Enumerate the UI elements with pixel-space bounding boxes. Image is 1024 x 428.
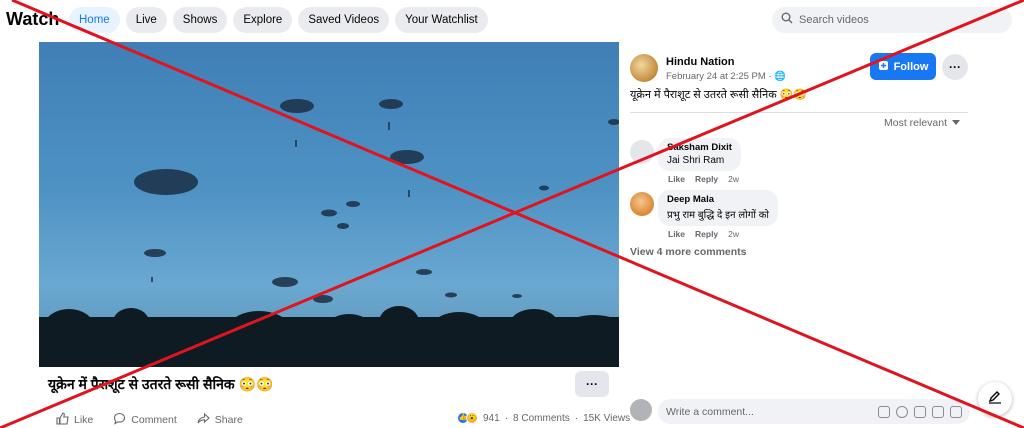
avatar[interactable] — [630, 140, 654, 164]
share-label: Share — [214, 414, 243, 426]
comment-icon — [113, 412, 126, 428]
comment-reply-button[interactable]: Reply — [695, 174, 718, 184]
share-icon — [197, 412, 210, 428]
comment-composer — [630, 399, 970, 425]
follow-button[interactable]: Follow — [870, 53, 936, 80]
caret-down-icon — [952, 117, 961, 129]
user-avatar — [630, 399, 652, 421]
post-date: February 24 at 2:25 PM · 🌐 — [666, 71, 787, 82]
sort-label: Most relevant — [884, 117, 948, 129]
post-caption: यूक्रेन में पैराशूट से उतरते रूसी सैनिक … — [630, 89, 808, 101]
like-label: Like — [74, 414, 94, 426]
comment-button[interactable]: Comment — [113, 412, 177, 428]
video-more-button[interactable]: ··· — [575, 371, 609, 397]
top-bar: Watch Home Live Shows Explore Saved Vide… — [0, 0, 1024, 41]
divider — [630, 112, 968, 113]
comment-time[interactable]: 2w — [728, 229, 739, 239]
follow-label: Follow — [893, 60, 929, 73]
add-page-icon — [878, 60, 889, 74]
video-title: यूक्रेन में पैराशूट से उतरते रूसी सैनिक … — [48, 376, 274, 392]
reaction-count[interactable]: 941 — [483, 413, 500, 424]
search-input[interactable] — [799, 14, 999, 26]
tab-shows[interactable]: Shows — [172, 7, 228, 33]
comment-text: Jai Shri Ram — [667, 155, 725, 166]
search-icon — [781, 11, 793, 29]
avatar[interactable] — [630, 192, 654, 216]
emoji-icon[interactable] — [896, 405, 908, 418]
comment-bubble: Saksham Dixit Jai Shri Ram — [658, 138, 741, 171]
camera-icon[interactable] — [914, 405, 926, 418]
composer-tools — [878, 405, 962, 418]
avatar-sticker-icon[interactable] — [878, 405, 890, 418]
comment-author[interactable]: Saksham Dixit — [667, 142, 732, 153]
video-stats: 👍 😮 941 · 8 Comments · 15K Views — [457, 412, 631, 424]
view-more-comments-link[interactable]: View 4 more comments — [630, 246, 747, 258]
gif-icon[interactable] — [932, 405, 944, 418]
share-button[interactable]: Share — [197, 412, 243, 428]
comment-actions: Like Reply 2w — [668, 229, 739, 239]
post-more-button[interactable]: ··· — [942, 54, 968, 80]
tab-live[interactable]: Live — [125, 7, 167, 33]
compose-icon — [988, 390, 1002, 409]
comment-bubble: Deep Mala प्रभु राम बुद्धि दे इन लोगों क… — [658, 190, 778, 226]
reactions-icons[interactable]: 👍 😮 — [457, 412, 478, 424]
comment-label: Comment — [131, 414, 177, 426]
video-actions: Like Comment Share — [56, 412, 243, 428]
thumbs-up-icon — [56, 412, 69, 428]
page-title: Watch — [6, 9, 60, 29]
page-name[interactable]: Hindu Nation — [666, 56, 734, 68]
comment-input[interactable] — [666, 405, 878, 418]
sticker-icon[interactable] — [950, 405, 962, 418]
new-message-button[interactable] — [978, 382, 1012, 416]
tab-saved-videos[interactable]: Saved Videos — [298, 7, 390, 33]
watch-tabs: Home Live Shows Explore Saved Videos You… — [69, 7, 488, 33]
comment-reply-button[interactable]: Reply — [695, 229, 718, 239]
page-avatar[interactable] — [630, 54, 658, 82]
like-button[interactable]: Like — [56, 412, 93, 428]
post-panel: Hindu Nation February 24 at 2:25 PM · 🌐 … — [620, 42, 1024, 428]
wow-reaction-icon: 😮 — [466, 412, 478, 424]
tab-your-watchlist[interactable]: Your Watchlist — [395, 7, 488, 33]
comment-text: प्रभु राम बुद्धि दे इन लोगों को — [667, 210, 769, 221]
video-frame — [39, 99, 619, 367]
tab-explore[interactable]: Explore — [233, 7, 293, 33]
comment-input-box[interactable] — [658, 399, 970, 424]
comment-actions: Like Reply 2w — [668, 174, 739, 184]
comment-count[interactable]: 8 Comments — [513, 413, 570, 424]
video-player[interactable] — [39, 42, 619, 367]
search-box[interactable] — [772, 7, 1012, 33]
tab-home[interactable]: Home — [69, 7, 120, 33]
comment-like-button[interactable]: Like — [668, 229, 685, 239]
comment-author[interactable]: Deep Mala — [667, 194, 769, 205]
globe-icon: 🌐 — [774, 71, 787, 82]
comment-time[interactable]: 2w — [728, 174, 739, 184]
comment-like-button[interactable]: Like — [668, 174, 685, 184]
comment-sort-dropdown[interactable]: Most relevant — [884, 117, 961, 129]
